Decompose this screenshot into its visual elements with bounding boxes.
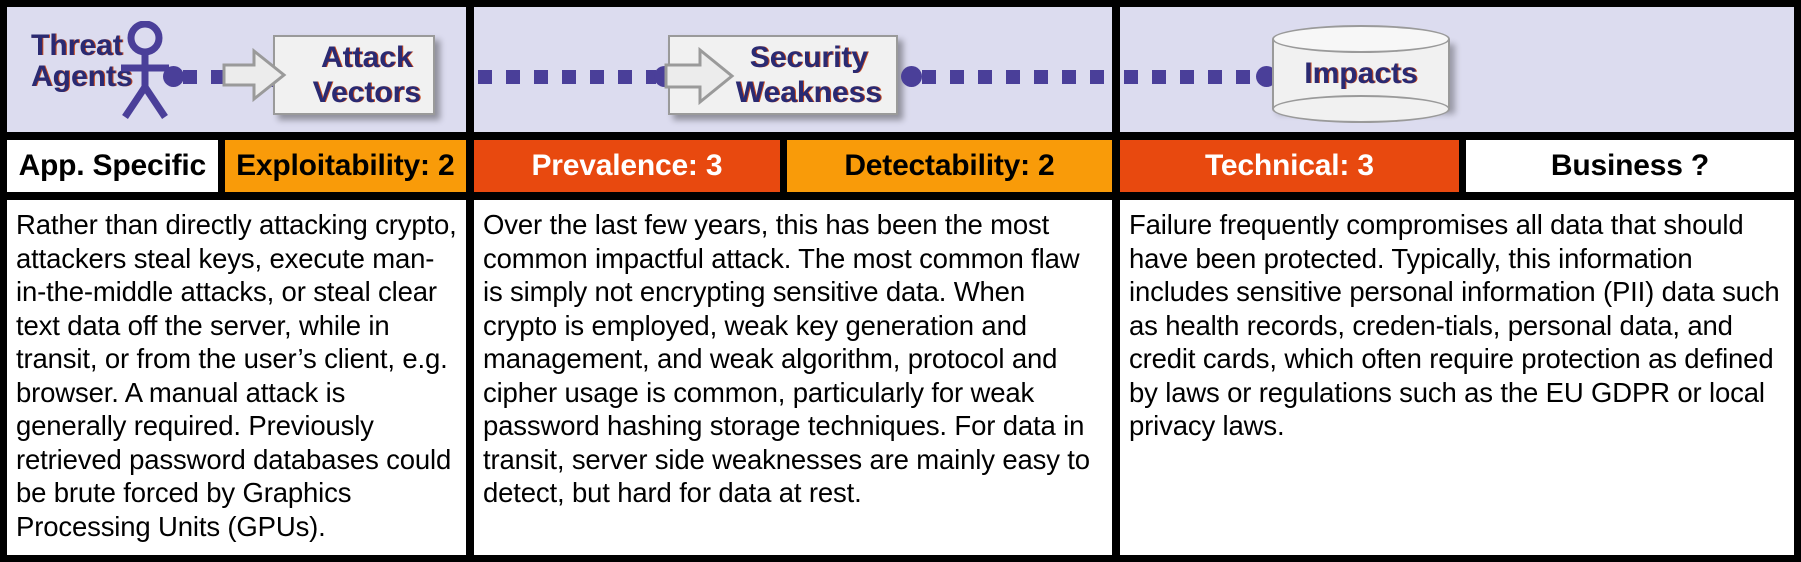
diagram-columns: Threat Agents Attack Vectors App. Specif… [7, 7, 1794, 555]
owasp-risk-diagram: Threat Agents Attack Vectors App. Specif… [0, 0, 1801, 562]
impacts-label: Impacts [1304, 57, 1418, 90]
column-divider [466, 7, 474, 555]
rating-app-specific[interactable]: App. Specific [7, 140, 218, 192]
column-impacts: Impacts Technical: 3 Business ? Failure … [1120, 7, 1794, 555]
description-cell-left: Rather than directly attacking crypto, a… [7, 200, 466, 555]
description-text-right: Failure frequently compromises all data … [1129, 209, 1780, 441]
block-arrow-icon [222, 47, 287, 103]
dotted-line-connector [478, 70, 656, 84]
rating-row-left: App. Specific Exploitability: 2 [7, 140, 466, 192]
actor-band-middle: Security Weakness [474, 7, 1112, 132]
divider-rule [1120, 192, 1794, 200]
column-threat-agents: Threat Agents Attack Vectors App. Specif… [7, 7, 466, 555]
rating-business[interactable]: Business ? [1465, 140, 1794, 192]
divider-rule [7, 132, 466, 140]
dotted-line-connector [1124, 70, 1258, 84]
description-cell-right: Failure frequently compromises all data … [1120, 200, 1794, 555]
connector-endpoint-dot [163, 66, 184, 87]
attack-vectors-box: Attack Vectors [273, 35, 435, 115]
security-weakness-label: Security Weakness [735, 41, 882, 109]
divider-rule [7, 192, 466, 200]
connector-endpoint-dot [901, 66, 922, 87]
rating-row-right: Technical: 3 Business ? [1120, 140, 1794, 192]
rating-technical[interactable]: Technical: 3 [1120, 140, 1459, 192]
rating-row-middle: Prevalence: 3 Detectability: 2 [474, 140, 1113, 192]
rating-exploitability[interactable]: Exploitability: 2 [224, 140, 466, 192]
column-security-weakness: Security Weakness Prevalence: 3 Detectab… [474, 7, 1113, 555]
actor-band-left: Threat Agents Attack Vectors [7, 7, 466, 132]
block-arrow-icon [664, 46, 735, 106]
cylinder-database-icon: Impacts [1272, 25, 1450, 123]
attack-vectors-label: Attack Vectors [312, 41, 421, 109]
divider-rule [474, 132, 1112, 140]
column-divider [1112, 7, 1120, 555]
divider-rule [474, 192, 1112, 200]
rating-prevalence[interactable]: Prevalence: 3 [474, 140, 780, 192]
dotted-line-connector [922, 70, 1112, 84]
description-text-middle: Over the last few years, this has been t… [483, 209, 1090, 508]
actor-band-right: Impacts [1120, 7, 1794, 132]
description-text-left: Rather than directly attacking crypto, a… [16, 209, 457, 542]
description-cell-middle: Over the last few years, this has been t… [474, 200, 1112, 555]
rating-detectability[interactable]: Detectability: 2 [786, 140, 1113, 192]
divider-rule [1120, 132, 1794, 140]
